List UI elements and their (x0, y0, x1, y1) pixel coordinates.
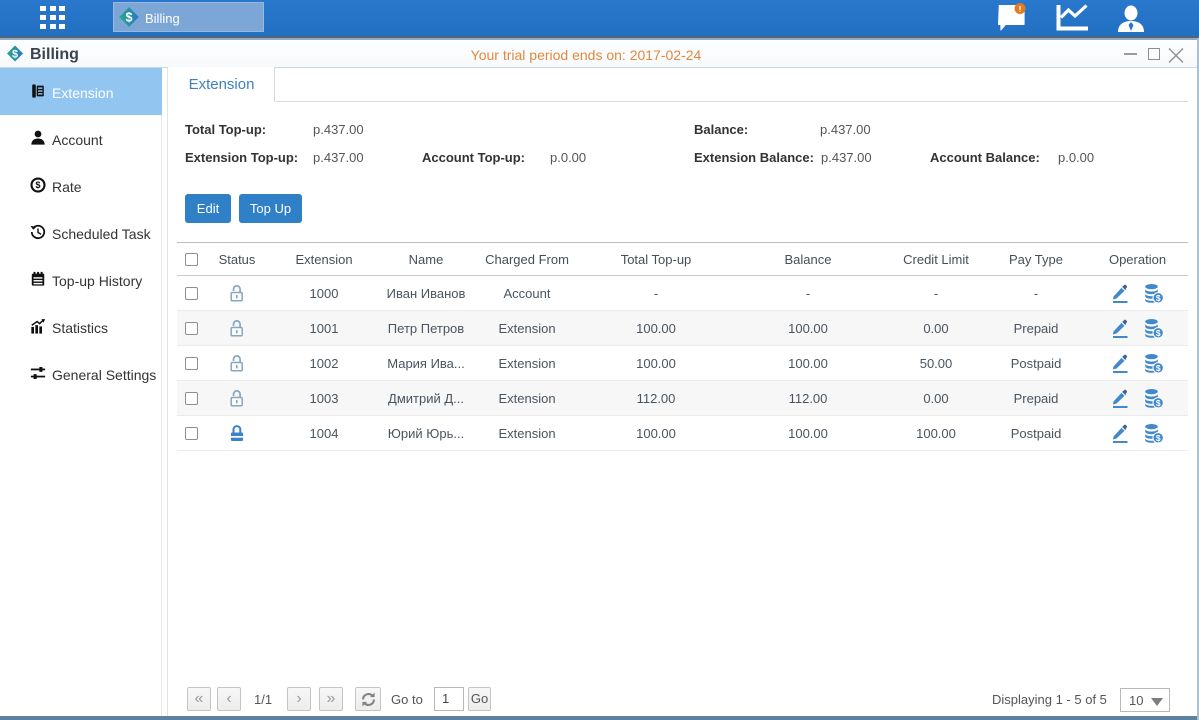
svg-text:$: $ (126, 10, 133, 24)
svg-text:!: ! (1019, 4, 1022, 14)
svg-text:$: $ (35, 180, 41, 190)
